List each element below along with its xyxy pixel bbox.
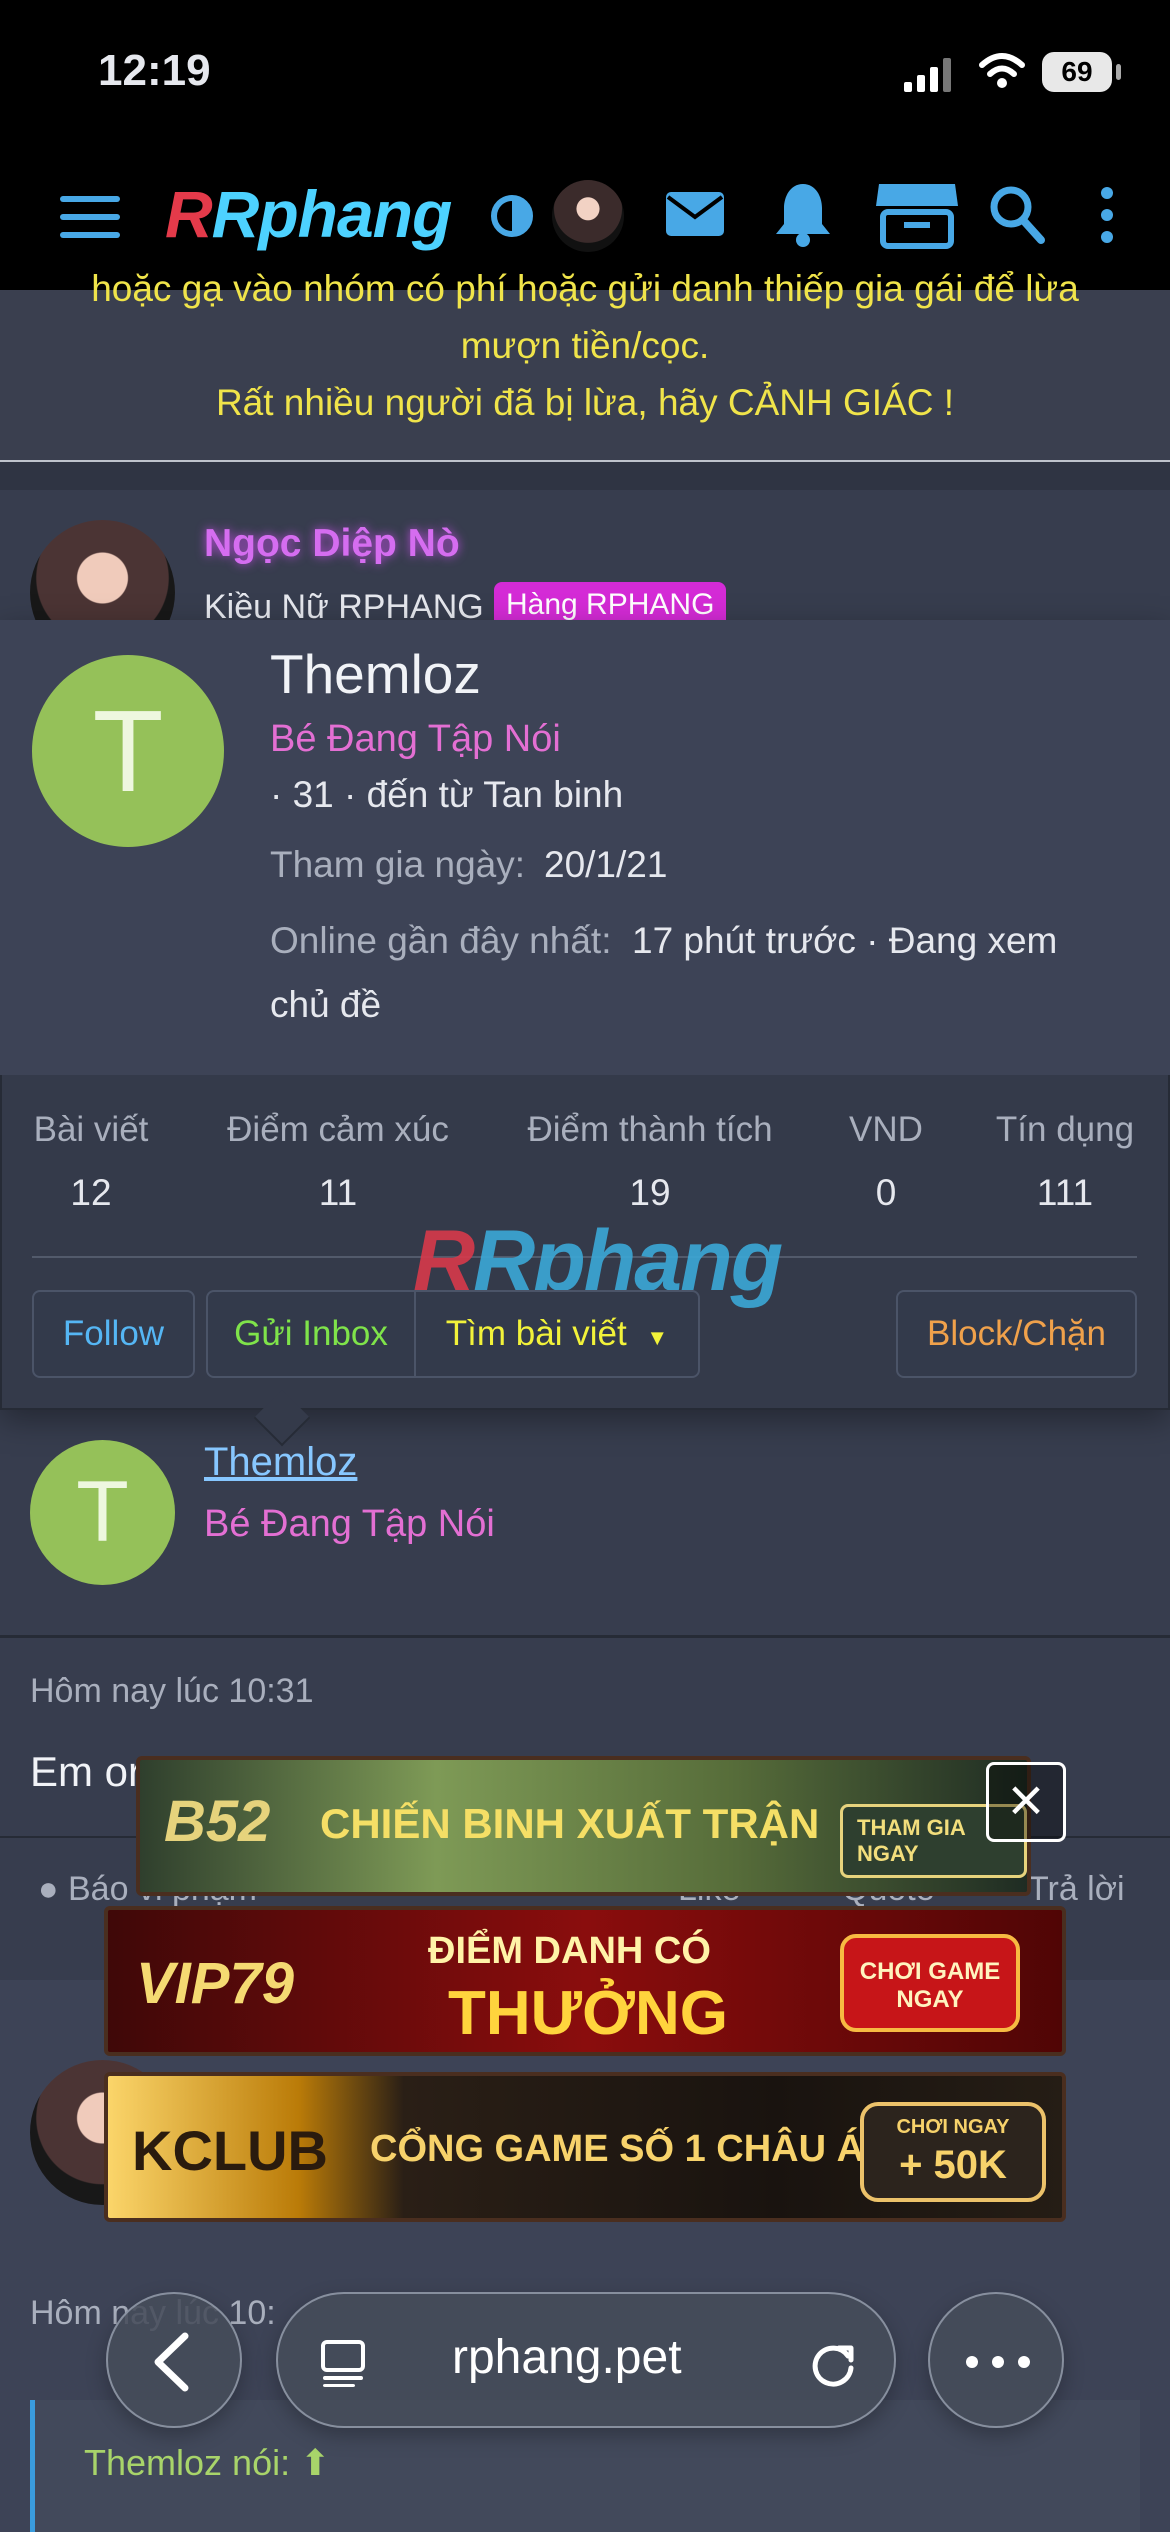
search-icon[interactable]: [988, 184, 1046, 246]
author-role: Bé Đang Tập Nói: [204, 1503, 495, 1545]
close-ad-button[interactable]: ×: [986, 1762, 1066, 1842]
join-date-label: Tham gia ngày:: [270, 844, 526, 885]
reload-icon[interactable]: [808, 2338, 860, 2390]
signal-icon: [904, 58, 951, 92]
reply-button[interactable]: Trả lời: [1028, 1870, 1125, 1909]
stat-value-vnd: 0: [875, 1172, 897, 1213]
last-online-value: 17 phút trước · Đang xem: [632, 920, 1058, 961]
battery-indicator: 69: [1042, 52, 1121, 92]
warning-line-1: hoặc gạ vào nhóm có phí hoặc gửi danh th…: [91, 268, 1079, 309]
post-content: Em or: [30, 1748, 143, 1795]
url-text: rphang.pet: [452, 2331, 682, 2384]
ad-brand-kclub: KCLUB: [132, 2119, 328, 2182]
menu-icon[interactable]: [60, 196, 120, 238]
stat-value-credit: 111: [1036, 1172, 1094, 1213]
tab-list-icon: [321, 2340, 365, 2387]
author-avatar[interactable]: T: [30, 1440, 175, 1585]
kclub-advertisement[interactable]: KCLUB CỔNG GAME SỐ 1 CHÂU Á CHƠI NGAY + …: [104, 2072, 1066, 2222]
post-divider: [0, 1635, 1170, 1638]
join-date-value: 20/1/21: [544, 844, 668, 885]
ad-title-b52: CHIẾN BINH XUẤT TRẬN: [320, 1800, 820, 1847]
vip79-advertisement[interactable]: VIP79 ĐIỂM DANH CÓ THƯỞNG CHƠI GAME NGAY: [104, 1906, 1066, 2056]
ad-subtitle-vip79: THƯỞNG: [448, 1979, 728, 2048]
theme-toggle-icon[interactable]: [488, 192, 536, 240]
block-button[interactable]: Block/Chặn: [896, 1290, 1137, 1378]
browser-menu-button[interactable]: [928, 2292, 1064, 2428]
last-online-label: Online gần đây nhất:: [270, 920, 612, 961]
stat-value-achievements: 19: [629, 1172, 671, 1213]
warning-line-2: mượn tiền/cọc.: [460, 325, 710, 366]
scam-warning-notice: hoặc gạ vào nhóm có phí hoặc gửi danh th…: [0, 268, 1170, 462]
stat-label-reactions: Điểm cảm xúc: [227, 1110, 449, 1149]
ad-button-kclub[interactable]: CHƠI NGAY + 50K: [860, 2102, 1046, 2202]
warning-icon: ●: [38, 1870, 59, 1908]
profile-avatar[interactable]: T: [32, 655, 224, 847]
warning-line-3: Rất nhiều người đã bị lừa, hãy CẢNH GIÁC…: [215, 382, 955, 423]
ad-brand-vip79: VIP79: [136, 1951, 294, 2016]
ad-small-kclub: CHƠI NGAY: [896, 2116, 1010, 2138]
marketplace-icon[interactable]: [874, 178, 960, 250]
post-timestamp[interactable]: Hôm nay lúc 10:31: [30, 1672, 314, 1711]
stat-label-posts: Bài viết: [33, 1110, 149, 1149]
last-online-activity: chủ đề: [270, 984, 382, 1025]
stat-value-posts: 12: [70, 1172, 112, 1213]
arrow-up-circle-icon: ⬆: [300, 2442, 331, 2483]
ad-title-vip79: ĐIỂM DANH CÓ: [428, 1930, 711, 1972]
chevron-down-icon: ▼: [646, 1325, 669, 1350]
notification-bell-icon[interactable]: [772, 182, 834, 248]
mail-icon[interactable]: [664, 190, 726, 238]
ad-title-kclub: CỔNG GAME SỐ 1 CHÂU Á: [370, 2128, 865, 2170]
more-options-icon[interactable]: [1100, 186, 1114, 244]
b52-advertisement[interactable]: B52 CHIẾN BINH XUẤT TRẬN THAM GIA NGAY: [136, 1756, 1031, 1896]
quote-author: Themloz nói:: [84, 2442, 291, 2483]
profile-username[interactable]: Themloz: [270, 642, 481, 706]
back-button[interactable]: [106, 2292, 242, 2428]
wifi-icon: [979, 53, 1025, 88]
author-name-link[interactable]: Themloz: [204, 1440, 357, 1485]
find-posts-label: Tìm bài viết: [445, 1314, 627, 1353]
ad-button-vip79[interactable]: CHƠI GAME NGAY: [840, 1934, 1020, 2032]
profile-location: · 31 · đến từ Tan binh: [270, 774, 624, 815]
status-time: 12:19: [98, 46, 211, 95]
send-inbox-button[interactable]: Gửi Inbox: [206, 1290, 416, 1378]
follow-button[interactable]: Follow: [32, 1290, 195, 1378]
ad-bonus-kclub: + 50K: [899, 2143, 1007, 2187]
site-logo[interactable]: RRphang: [165, 176, 452, 252]
ad-brand-b52: B52: [164, 1789, 271, 1854]
account-avatar[interactable]: [552, 180, 624, 252]
stat-value-reactions: 11: [318, 1172, 358, 1213]
stat-label-credit: Tín dụng: [995, 1110, 1135, 1149]
profile-role: Bé Đang Tập Nói: [270, 718, 561, 760]
poster-name[interactable]: Ngọc Diệp Nò: [204, 522, 460, 566]
stat-label-achievements: Điểm thành tích: [527, 1110, 773, 1149]
ellipsis-icon: [966, 2356, 1030, 2368]
stat-label-vnd: VND: [849, 1110, 923, 1149]
find-posts-button[interactable]: Tìm bài viết ▼: [414, 1290, 700, 1378]
quote-attribution[interactable]: Themloz nói: ⬆: [84, 2442, 330, 2484]
chevron-left-icon: [154, 2332, 189, 2392]
